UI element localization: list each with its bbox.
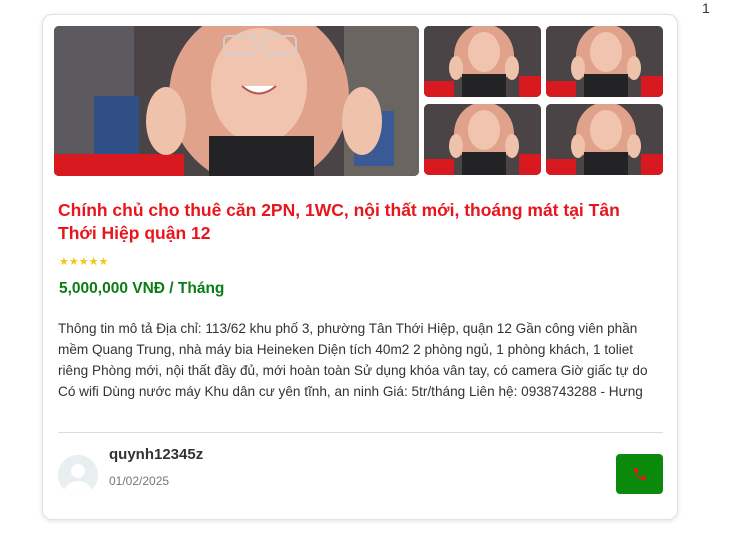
phone-icon <box>633 468 646 480</box>
listing-description: Thông tin mô tả Địa chỉ: 113/62 khu phố … <box>58 321 648 399</box>
call-button[interactable] <box>616 454 663 494</box>
post-date: 01/02/2025 <box>109 474 170 488</box>
thumbnail-photo[interactable] <box>546 26 663 97</box>
thumbnail-photo[interactable] <box>424 104 541 175</box>
listing-card[interactable]: Chính chủ cho thuê căn 2PN, 1WC, nội thấ… <box>42 14 678 520</box>
page-number: 1 <box>702 0 710 16</box>
user-avatar-icon <box>58 455 98 495</box>
main-photo[interactable] <box>54 26 419 176</box>
listing-price: 5,000,000 VNĐ / Tháng <box>59 280 225 297</box>
thumbnail-photo[interactable] <box>424 26 541 97</box>
listing-title[interactable]: Chính chủ cho thuê căn 2PN, 1WC, nội thấ… <box>58 199 658 245</box>
photo-gallery[interactable] <box>54 26 664 176</box>
rating-stars: ★★★★★ <box>59 256 109 268</box>
thumbnail-photo[interactable] <box>546 104 663 175</box>
poster-username[interactable]: quynh12345z <box>109 446 203 463</box>
divider <box>58 432 663 433</box>
